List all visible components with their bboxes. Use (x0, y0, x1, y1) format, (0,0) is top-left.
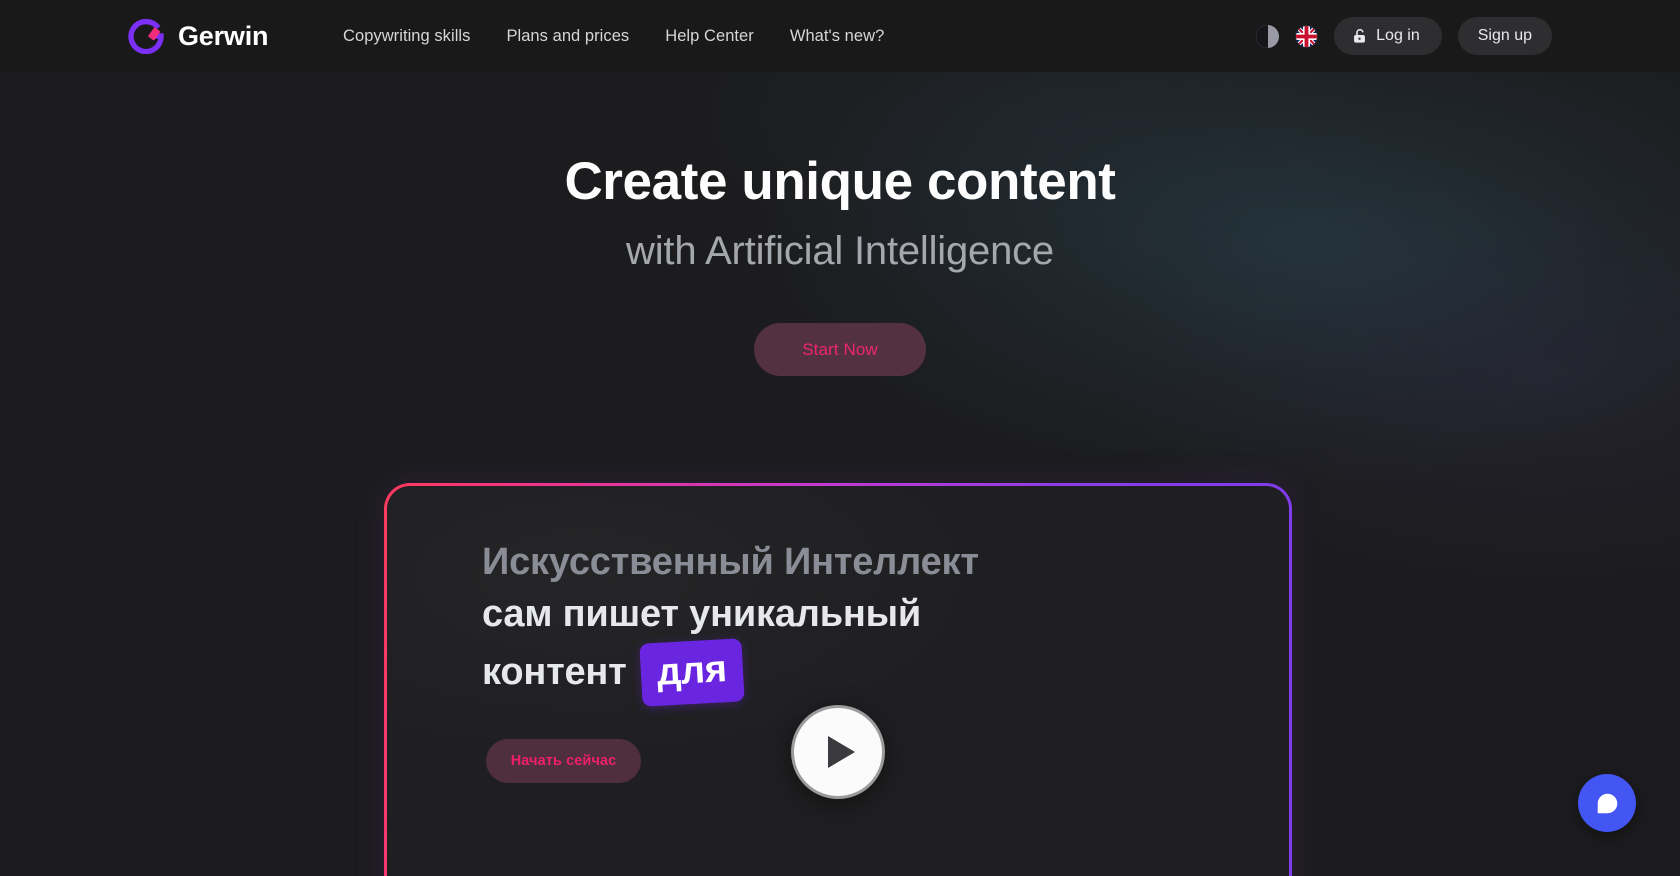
promo-slide-tag: для (638, 638, 745, 708)
log-in-label: Log in (1376, 27, 1420, 44)
hero-section: Create unique content with Artificial In… (0, 72, 1680, 377)
promo-slide-line-1: Искусственный Интеллект (482, 541, 979, 583)
brand-logo-link[interactable]: Gerwin (128, 18, 269, 54)
nav-item-whats-new[interactable]: What's new? (772, 0, 903, 72)
brand-name: Gerwin (178, 21, 269, 51)
nav-item-copywriting-skills[interactable]: Copywriting skills (325, 0, 488, 72)
hero-cta-wrapper: Start Now (0, 323, 1680, 377)
union-jack-flag-icon[interactable] (1295, 24, 1319, 48)
promo-slide-line-3: контент для (482, 638, 979, 708)
nav-item-plans-and-prices[interactable]: Plans and prices (488, 0, 647, 72)
chat-bubble-icon (1595, 791, 1620, 816)
promo-slide-line-3-text: контент (482, 651, 627, 694)
unlocked-padlock-icon (1352, 28, 1367, 44)
half-circle-contrast-icon[interactable] (1256, 24, 1280, 48)
promo-video-surface: Искусственный Интеллект сам пишет уникал… (387, 486, 1289, 876)
promo-slide-text: Искусственный Интеллект сам пишет уникал… (482, 536, 979, 708)
chat-widget-button[interactable] (1578, 774, 1636, 832)
play-triangle-icon (828, 736, 855, 768)
page-root: Gerwin Copywriting skills Plans and pric… (0, 0, 1680, 876)
gerwin-g-logo-icon (128, 18, 164, 54)
page-subtitle: with Artificial Intelligence (626, 229, 1054, 274)
main-navigation: Copywriting skills Plans and prices Help… (325, 0, 902, 72)
start-now-button[interactable]: Start Now (754, 323, 926, 377)
promo-video-card[interactable]: Искусственный Интеллект сам пишет уникал… (384, 483, 1292, 876)
header-actions: Log in Sign up (1256, 0, 1552, 72)
site-header: Gerwin Copywriting skills Plans and pric… (0, 0, 1680, 72)
log-in-button[interactable]: Log in (1334, 17, 1442, 55)
page-title: Create unique content (564, 152, 1116, 211)
nav-item-help-center[interactable]: Help Center (647, 0, 772, 72)
video-play-button[interactable] (791, 705, 885, 799)
promo-start-now-button[interactable]: Начать сейчас (486, 739, 641, 783)
promo-slide-line-2: сам пишет уникальный (482, 593, 922, 636)
sign-up-button[interactable]: Sign up (1457, 17, 1552, 55)
